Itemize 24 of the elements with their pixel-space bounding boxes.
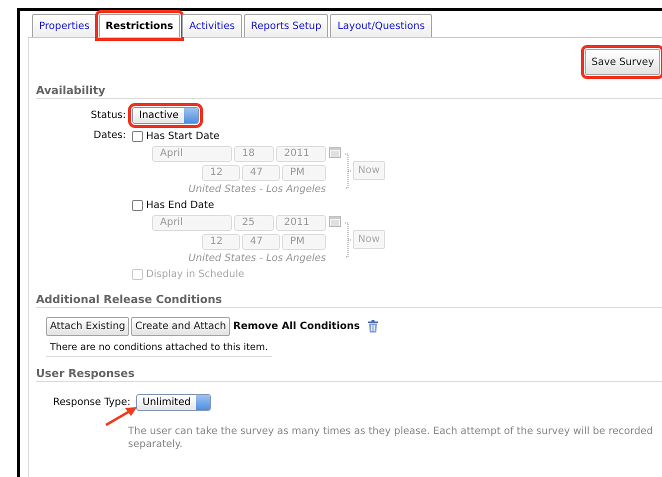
timezone-text: United States - Los Angeles: [187, 253, 326, 264]
trash-icon[interactable]: [368, 320, 378, 333]
timezone-text: United States - Los Angeles: [187, 184, 326, 195]
checkbox-label: Display in Schedule: [146, 269, 244, 280]
tab[interactable]: Layout/Questions: [330, 14, 432, 37]
tab[interactable]: Reports Setup: [244, 14, 328, 37]
checkbox-label: Has End Date: [146, 200, 214, 211]
empty-message: There are no conditions attached to this item.: [46, 336, 272, 357]
bracket-line: [344, 153, 352, 189]
checkbox-label: Has Start Date: [146, 131, 220, 142]
bracket-line: [344, 222, 352, 258]
remove-all-link[interactable]: Remove All Conditions: [233, 321, 360, 332]
tab[interactable]: Activities: [182, 14, 242, 37]
section-heading: Availability: [36, 84, 662, 99]
condition-button[interactable]: Create and Attach: [131, 317, 230, 336]
field-label: Dates:: [92, 130, 126, 141]
section-heading: Additional Release Conditions: [36, 293, 662, 308]
section-heading: User Responses: [36, 367, 662, 382]
description-text: The user can take the survey as many times as they please. Each attempt of the survey will be recorded separately.: [128, 425, 654, 451]
response-type-select[interactable]: Unlimited: [136, 394, 211, 411]
tab[interactable]: Properties: [32, 14, 97, 37]
condition-button[interactable]: Attach Existing: [46, 317, 130, 336]
field-label: Status:: [90, 110, 126, 121]
field-label: Response Type:: [53, 397, 131, 408]
